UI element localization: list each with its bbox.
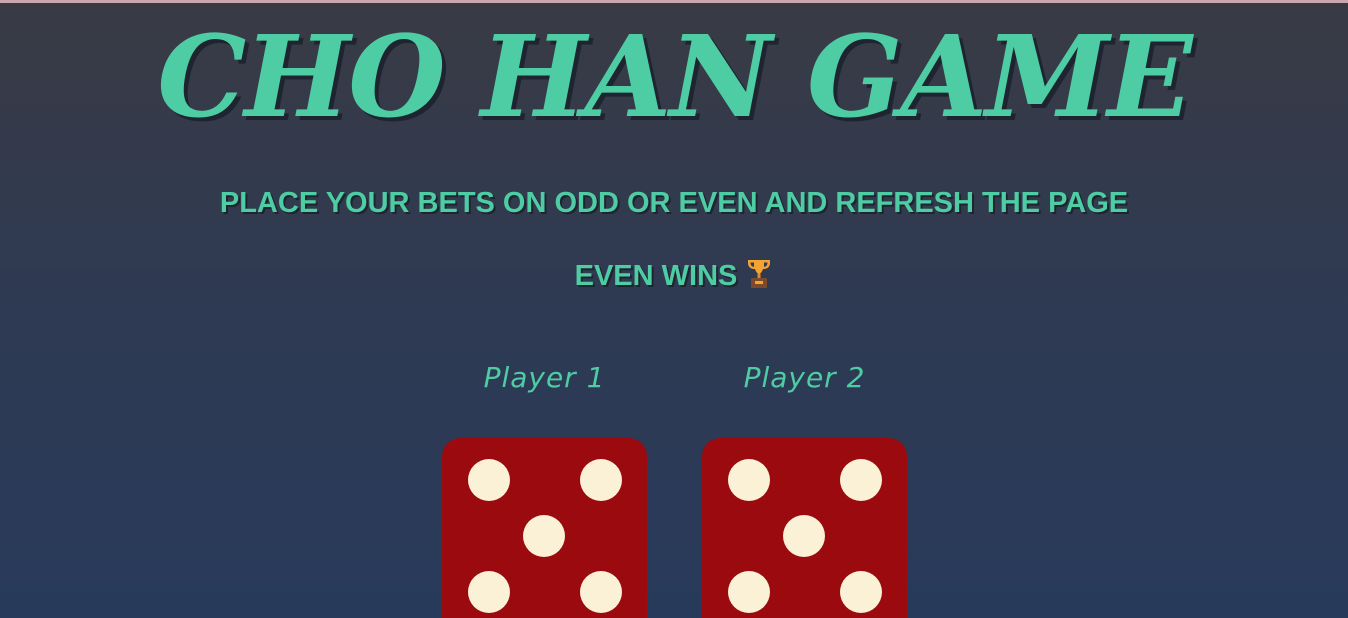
instruction-text: PLACE YOUR BETS ON ODD OR EVEN AND REFRE… — [219, 187, 1129, 219]
player-2-label: Player 2 — [743, 361, 866, 394]
die-pip — [783, 515, 825, 557]
die-pip — [840, 571, 882, 613]
top-border — [0, 0, 1348, 3]
result-message: EVEN WINS — [0, 257, 1348, 294]
player-1-label: Player 1 — [483, 361, 606, 394]
die-pip — [840, 459, 882, 501]
die-pip — [468, 459, 510, 501]
player-1-column: Player 1 — [442, 358, 647, 398]
trophy-icon — [748, 260, 771, 288]
die-pip — [580, 571, 622, 613]
player-2-column: Player 2 — [702, 358, 907, 398]
die-pip — [580, 459, 622, 501]
die-pip — [728, 459, 770, 501]
player-2-die — [702, 438, 907, 618]
die-pip — [523, 515, 565, 557]
result-text: EVEN WINS — [574, 260, 738, 292]
player-1-die — [442, 438, 647, 618]
game-title: CHO HAN GAME — [157, 12, 1193, 143]
die-pip — [468, 571, 510, 613]
die-pip — [728, 571, 770, 613]
